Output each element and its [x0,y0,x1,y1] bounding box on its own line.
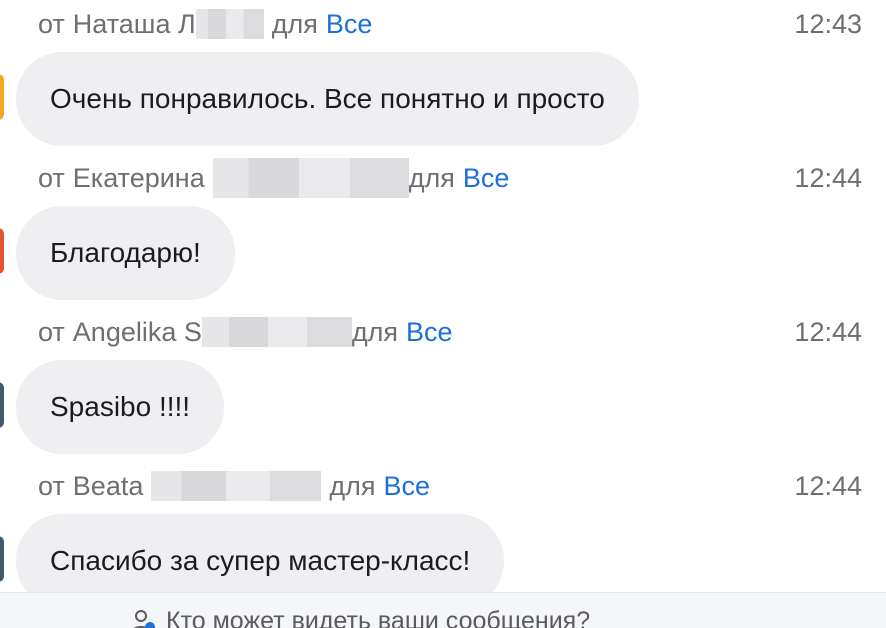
from-prefix: от [38,163,65,193]
redacted-name [195,9,264,39]
sender-name[interactable]: Angelika S [73,312,202,352]
privacy-text: Кто может видеть ваши сообщения? [166,607,591,628]
chat-message: от Екатерина для Все 12:44 Благодарю! [0,158,886,308]
chat-message: от Angelika S для Все 12:44 Spasibo !!!! [0,312,886,462]
avatar [0,228,4,274]
message-header: от Екатерина для Все [38,158,509,198]
message-bubble[interactable]: Очень понравилось. Все понятно и просто [16,52,639,146]
avatar [0,536,4,582]
from-prefix: от [38,317,65,347]
message-header: от Angelika S для Все [38,312,453,352]
chat-message: от Наташа Л для Все 12:43 Очень понравил… [0,4,886,154]
privacy-link[interactable]: Кто может видеть ваши сообщения? [130,607,590,628]
redacted-name [212,158,409,198]
message-time: 12:43 [794,9,862,39]
message-bubble[interactable]: Благодарю! [16,206,235,300]
to-prefix: для [351,317,399,347]
from-prefix: от [38,9,65,39]
redacted-name [201,317,352,347]
recipient-link[interactable]: Все [463,158,510,198]
message-bubble[interactable]: Spasibo !!!! [16,360,225,454]
to-prefix: для [408,163,455,193]
chat-message: от Beata для Все 12:44 Спасибо за супер … [0,466,886,608]
message-time: 12:44 [794,163,862,193]
avatar [0,74,4,120]
person-privacy-icon [133,609,155,628]
recipient-link[interactable]: Все [384,466,431,506]
to-prefix: для [329,471,376,501]
recipient-link[interactable]: Все [326,4,373,44]
sender-name[interactable]: Наташа Л [73,4,196,44]
redacted-name [151,471,322,501]
message-time: 12:44 [794,317,862,347]
message-header: от Beata для Все [38,466,430,506]
message-time: 12:44 [794,471,862,501]
from-prefix: от [38,471,65,501]
sender-name[interactable]: Beata [73,466,144,506]
message-header: от Наташа Л для Все [38,4,372,44]
to-prefix: для [271,9,318,39]
avatar [0,382,4,428]
chat-panel: от Наташа Л для Все 12:43 Очень понравил… [0,0,886,628]
privacy-footer[interactable]: Кто может видеть ваши сообщения? [0,592,886,628]
sender-name[interactable]: Екатерина [73,158,205,198]
recipient-link[interactable]: Все [406,312,453,352]
